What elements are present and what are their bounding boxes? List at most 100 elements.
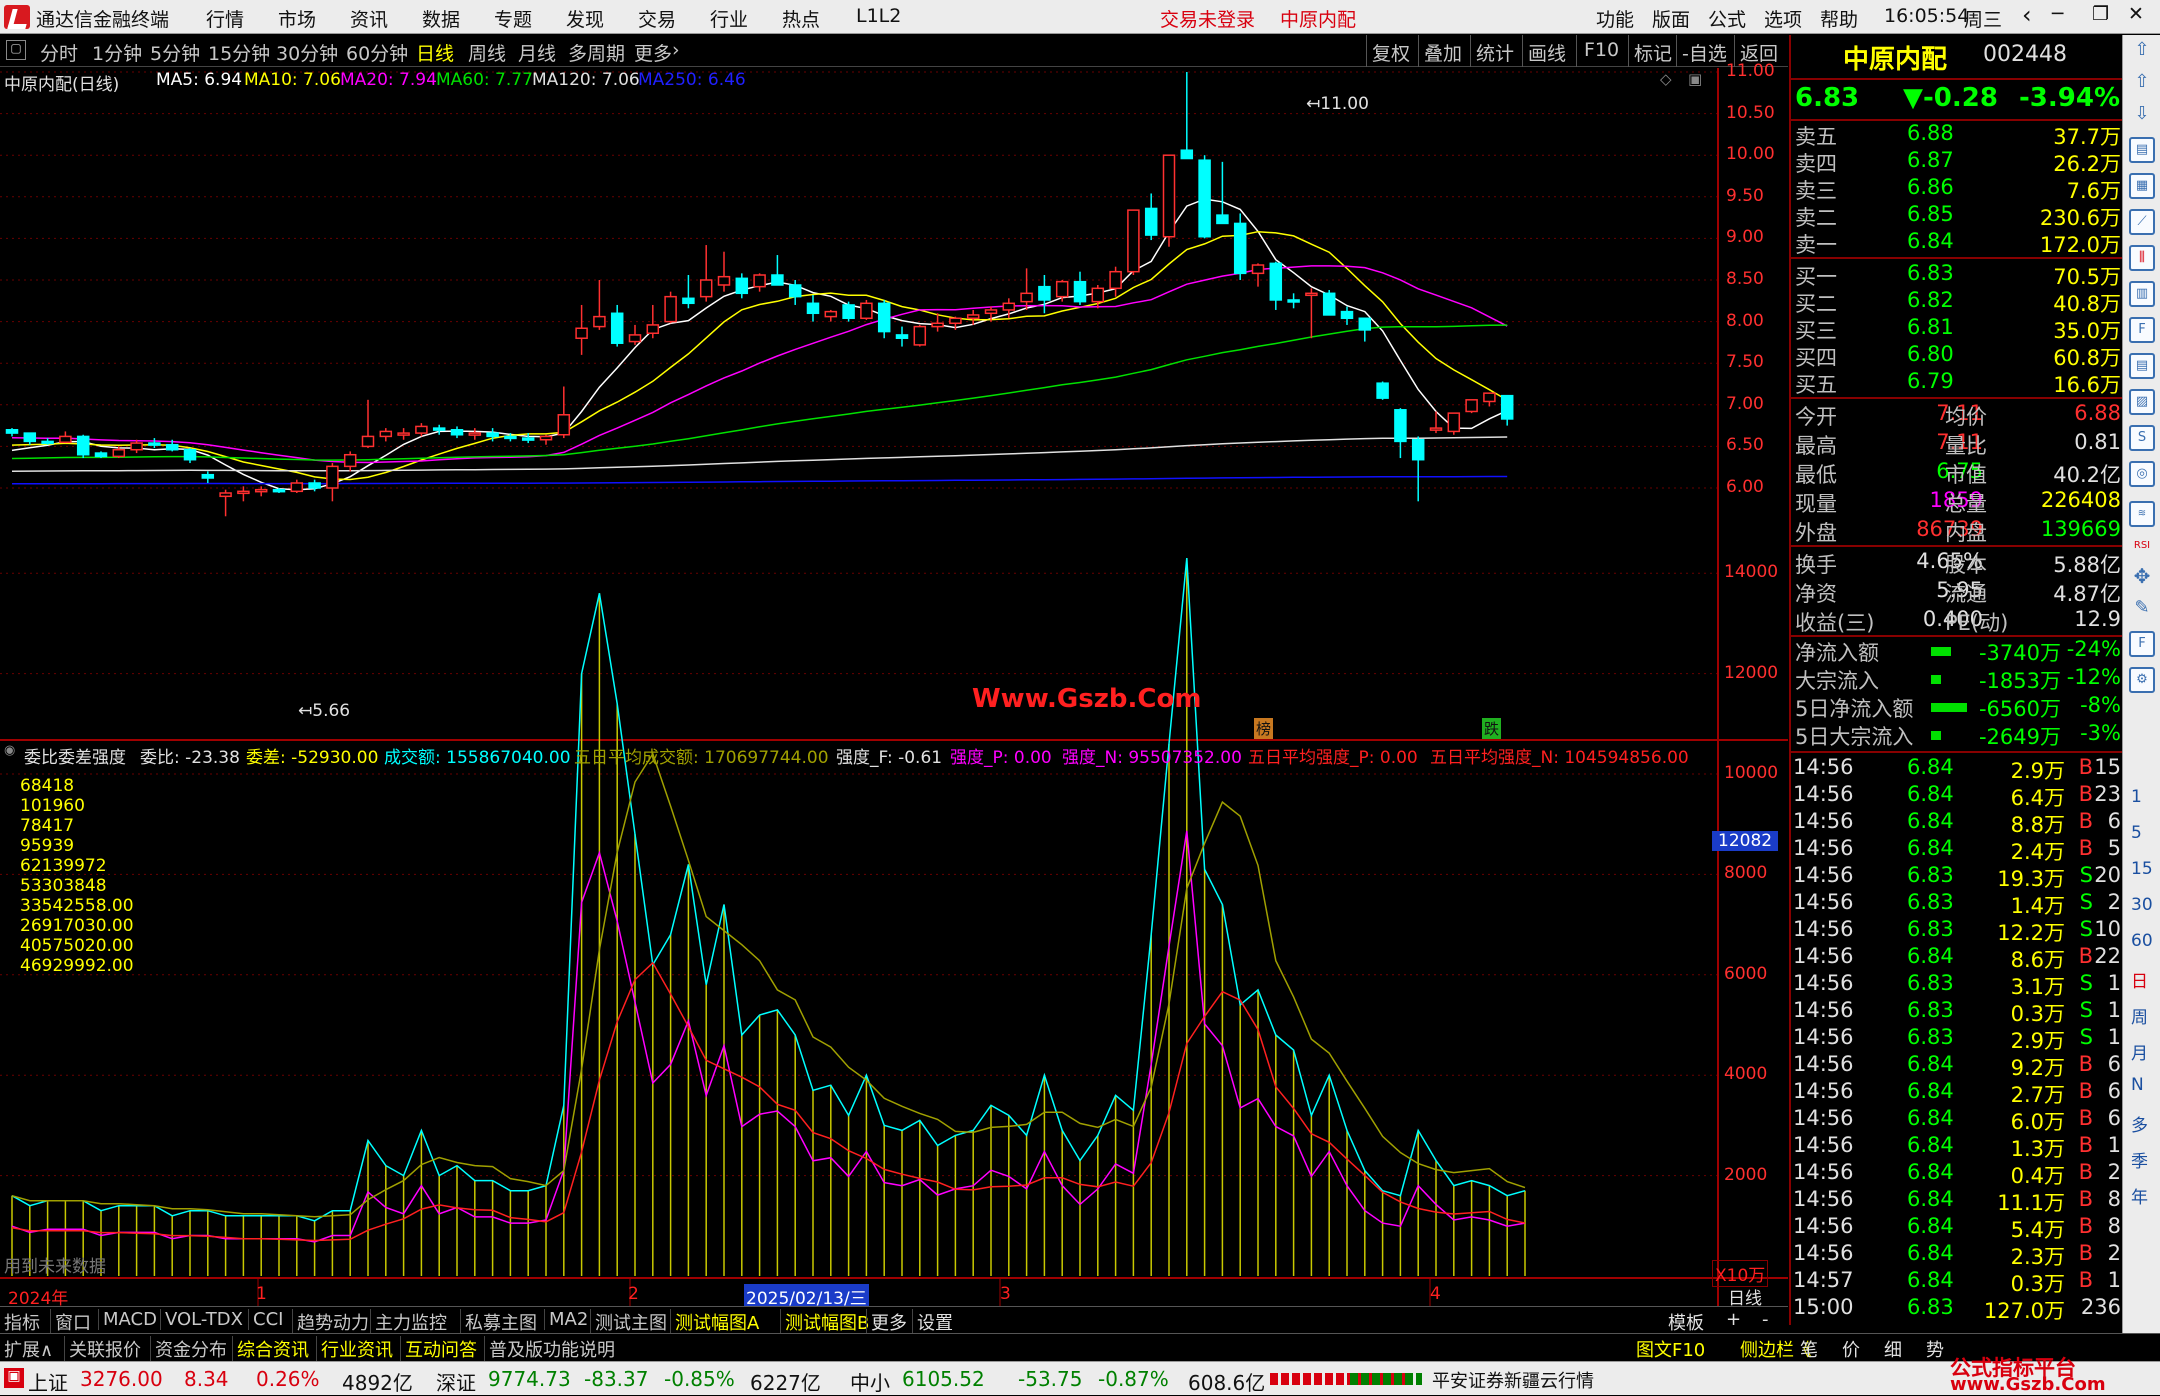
info-tab[interactable]: 互动问答: [400, 1336, 477, 1362]
side-tab[interactable]: 图文F10: [1636, 1336, 1705, 1362]
indicator-tab[interactable]: 窗口: [50, 1309, 91, 1335]
side-tab[interactable]: 势: [1926, 1336, 1944, 1362]
rsi-icon[interactable]: RSI: [2129, 535, 2155, 561]
tool-watchlist[interactable]: -自选: [1682, 39, 1727, 66]
side-tab[interactable]: 笔: [1800, 1336, 1818, 1362]
table-icon[interactable]: ▦: [2129, 173, 2155, 199]
indicator-tab[interactable]: 私募主图: [460, 1309, 537, 1335]
menu-quote[interactable]: 行情: [206, 5, 244, 32]
doc-icon[interactable]: ▨: [2129, 389, 2155, 415]
list-icon[interactable]: ▤: [2129, 137, 2155, 163]
menu-data[interactable]: 数据: [422, 5, 460, 32]
info-tab[interactable]: 关联报价: [64, 1336, 141, 1362]
indicator-tab[interactable]: 趋势动力: [292, 1309, 369, 1335]
diamond-icon[interactable]: ◇: [1660, 70, 1672, 88]
tool-mark[interactable]: 标记: [1634, 39, 1672, 66]
back-icon[interactable]: ‹: [2022, 1, 2032, 29]
chevron-right-icon[interactable]: ›: [672, 39, 680, 61]
menu-layout[interactable]: 版面: [1652, 5, 1690, 32]
rk-60[interactable]: 60: [2131, 931, 2153, 951]
indicator-icon[interactable]: ≋: [2129, 501, 2155, 527]
sh-name[interactable]: 上证: [28, 1367, 68, 1396]
indicator-tab[interactable]: 更多: [866, 1309, 907, 1335]
period-monthly[interactable]: 月线: [518, 39, 556, 66]
tool-f10[interactable]: F10: [1584, 39, 1619, 61]
menu-news[interactable]: 资讯: [350, 5, 388, 32]
restore-icon[interactable]: ❐: [2092, 3, 2109, 25]
period-30min[interactable]: 30分钟: [276, 39, 338, 66]
info-tab[interactable]: 普及版功能说明: [484, 1336, 615, 1362]
tool-draw[interactable]: 画线: [1528, 39, 1566, 66]
news-icon[interactable]: ▤: [2129, 353, 2155, 379]
info-tab[interactable]: 综合资讯: [232, 1336, 309, 1362]
indicator-tab[interactable]: VOL-TDX: [160, 1309, 243, 1330]
rk-1[interactable]: 1: [2131, 787, 2142, 807]
period-more[interactable]: 更多: [634, 39, 672, 66]
fs2-icon[interactable]: F: [2129, 631, 2155, 657]
menu-help[interactable]: 帮助: [1820, 5, 1858, 32]
index-icon[interactable]: ▣: [4, 1368, 24, 1388]
menu-trade[interactable]: 交易: [638, 5, 676, 32]
rk-30[interactable]: 30: [2131, 895, 2153, 915]
zx-name[interactable]: 中小: [850, 1367, 890, 1396]
menu-options[interactable]: 选项: [1764, 5, 1802, 32]
event-mark-bang[interactable]: 榜: [1254, 718, 1274, 739]
menu-function[interactable]: 功能: [1596, 5, 1634, 32]
menu-hot[interactable]: 热点: [782, 5, 820, 32]
template-control[interactable]: -: [1762, 1309, 1769, 1330]
menu-discover[interactable]: 发现: [566, 5, 604, 32]
period-weekly[interactable]: 周线: [468, 39, 506, 66]
stock-tab[interactable]: 中原内配: [1280, 5, 1356, 32]
menu-topic[interactable]: 专题: [494, 5, 532, 32]
menu-industry[interactable]: 行业: [710, 5, 748, 32]
minute-chart-icon[interactable]: ⟋: [2129, 209, 2155, 235]
indicator-tab[interactable]: MA2: [544, 1309, 588, 1330]
candlestick-chart[interactable]: [0, 68, 1788, 1306]
rk-year[interactable]: 年: [2131, 1183, 2148, 1208]
indicator-tab[interactable]: 主力监控: [370, 1309, 447, 1335]
period-60min[interactable]: 60分钟: [346, 39, 408, 66]
up-arrow-icon[interactable]: ⇧: [2129, 39, 2155, 65]
close-pane-icon[interactable]: ▣: [1688, 70, 1702, 88]
info-tab[interactable]: 行业资讯: [316, 1336, 393, 1362]
grid-icon[interactable]: ▥: [2129, 281, 2155, 307]
period-5min[interactable]: 5分钟: [150, 39, 200, 66]
login-status[interactable]: 交易未登录: [1160, 5, 1255, 32]
toggle-icon[interactable]: ▢: [6, 40, 26, 60]
rk-week[interactable]: 周: [2131, 1003, 2148, 1028]
period-daily[interactable]: 日线: [416, 39, 454, 66]
down-icon[interactable]: ⇩: [2129, 103, 2155, 129]
template-control[interactable]: +: [1726, 1309, 1741, 1330]
menu-formula[interactable]: 公式: [1708, 5, 1746, 32]
period-tick[interactable]: 分时: [40, 39, 78, 66]
rk-day[interactable]: 日: [2131, 967, 2148, 992]
period-15min[interactable]: 15分钟: [208, 39, 270, 66]
rk-month[interactable]: 月: [2131, 1039, 2148, 1064]
radar-icon[interactable]: ◎: [2129, 461, 2155, 487]
collapse-icon[interactable]: ◉: [4, 743, 15, 758]
indicator-tab[interactable]: 测试幅图B: [780, 1309, 869, 1335]
rk-5[interactable]: 5: [2131, 823, 2142, 843]
event-mark-die[interactable]: 跌: [1482, 718, 1502, 739]
minimize-icon[interactable]: ─: [2052, 3, 2063, 25]
period-1min[interactable]: 1分钟: [92, 39, 142, 66]
tool-overlay[interactable]: 叠加: [1424, 39, 1462, 66]
menu-market[interactable]: 市场: [278, 5, 316, 32]
rk-15[interactable]: 15: [2131, 859, 2153, 879]
indicator-tab[interactable]: 设置: [912, 1309, 953, 1335]
indicator-tab[interactable]: 测试主图: [590, 1309, 667, 1335]
template-control[interactable]: 模板: [1668, 1309, 1704, 1335]
pen-icon[interactable]: ✎: [2129, 597, 2155, 623]
tool-stats[interactable]: 统计: [1476, 39, 1514, 66]
info-tab[interactable]: 扩展∧: [4, 1336, 53, 1362]
indicator-tab[interactable]: 指标: [4, 1309, 40, 1335]
indicator-tab[interactable]: 测试幅图A: [670, 1309, 759, 1335]
rk-quarter[interactable]: 季: [2131, 1147, 2148, 1172]
indicator-name[interactable]: 委比委差强度: [24, 743, 126, 768]
menu-l1l2[interactable]: L1L2: [856, 5, 901, 27]
move-icon[interactable]: ✥: [2129, 565, 2155, 591]
f10-icon[interactable]: F: [2129, 317, 2155, 343]
side-tab[interactable]: 价: [1842, 1336, 1860, 1362]
indicator-tab[interactable]: MACD: [98, 1309, 157, 1330]
up-icon[interactable]: ⇧: [2129, 71, 2155, 97]
